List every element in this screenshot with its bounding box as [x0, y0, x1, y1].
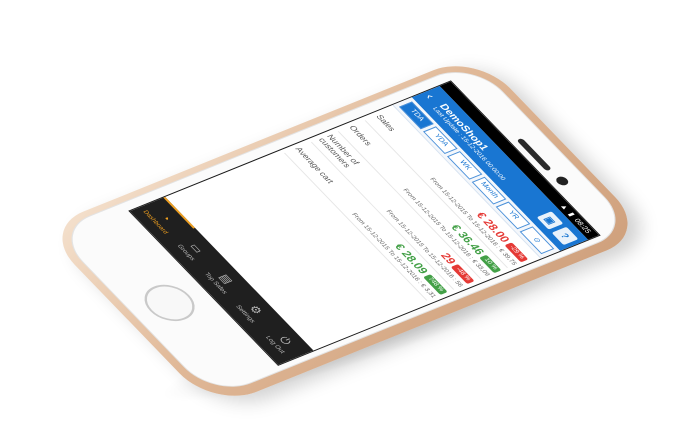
help-button[interactable]: ? [551, 226, 579, 246]
save-button[interactable]: ▣ [536, 211, 564, 230]
dashboard-icon: ◔ [157, 213, 174, 223]
back-arrow-icon[interactable]: ‹ [422, 92, 442, 105]
phone-mockup: ▲ ▮ 08:25 ‹ DemoShop1 Last Update : 15-1… [40, 52, 650, 410]
battery-icon: ▮ [566, 211, 576, 218]
